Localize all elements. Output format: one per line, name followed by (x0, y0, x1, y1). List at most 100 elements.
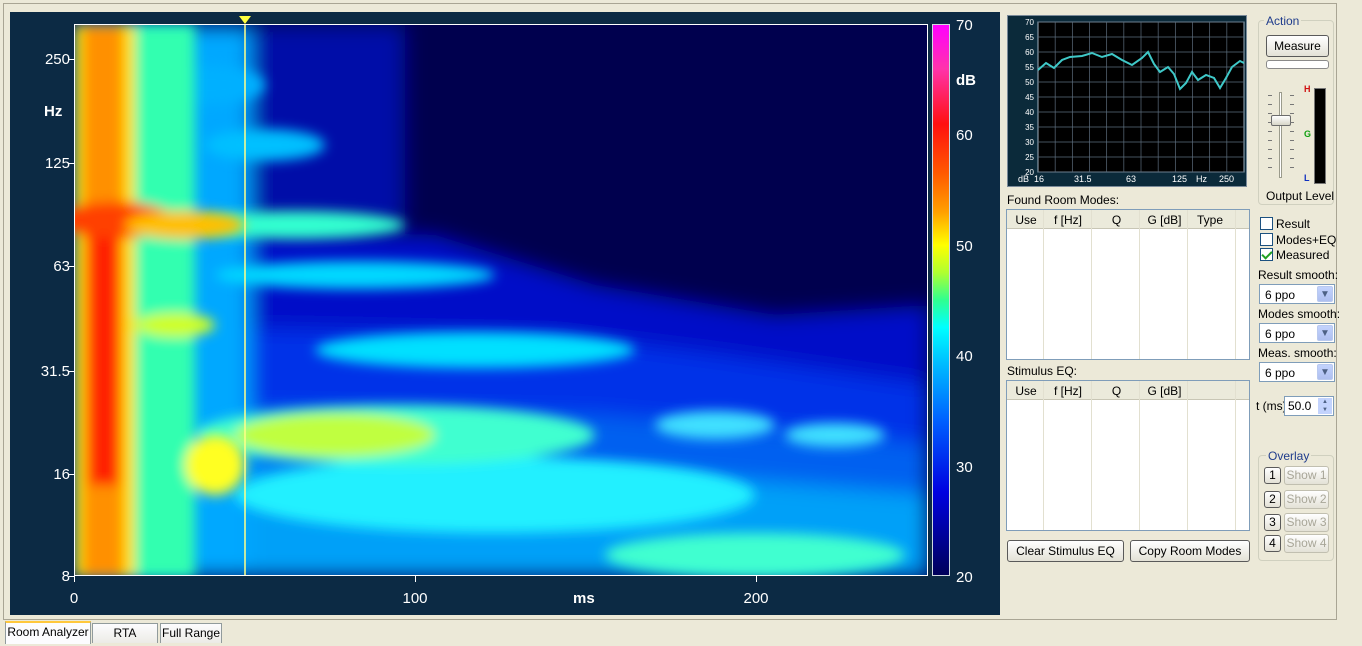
col-freq[interactable]: f [Hz] (1044, 213, 1092, 227)
measured-checkbox[interactable] (1260, 248, 1273, 261)
modes-eq-checkbox[interactable] (1260, 233, 1273, 246)
mini-ytick-label: 55 (1025, 63, 1034, 72)
output-level-slider-track[interactable] (1279, 92, 1282, 178)
found-room-modes-table[interactable]: Use f [Hz] Q G [dB] Type (1006, 209, 1250, 360)
mini-xtick-250: 250 (1219, 174, 1235, 184)
chevron-down-icon[interactable]: ▼ (1317, 364, 1333, 380)
spectrogram-plot[interactable] (74, 24, 928, 576)
mini-xtick-125: 125 (1172, 174, 1188, 184)
x-tick-0: 0 (69, 590, 79, 607)
meas-smooth-select[interactable]: 6 ppo ▼ (1259, 362, 1335, 382)
modes-smooth-select[interactable]: 6 ppo ▼ (1259, 323, 1335, 343)
time-ms-label: t (ms) (1256, 399, 1287, 413)
x-tick-100: 100 (402, 590, 428, 607)
y-axis-label: Hz (44, 103, 63, 120)
col-type[interactable]: Type (1189, 213, 1231, 227)
mini-ytick-label: 40 (1025, 108, 1034, 117)
y-tick-125: 125 (44, 155, 70, 172)
output-level-meter (1314, 88, 1326, 184)
mini-ytick-label: 45 (1025, 93, 1034, 102)
copy-room-modes-button[interactable]: Copy Room Modes (1130, 540, 1250, 562)
modes-eq-checkbox-label[interactable]: Modes+EQ (1276, 233, 1336, 247)
color-scale-bar (932, 24, 950, 576)
slider-tick-marks (1268, 95, 1272, 175)
slider-tick-marks-right (1290, 95, 1294, 175)
stimulus-eq-label: Stimulus EQ: (1007, 364, 1078, 378)
measure-progress-bar (1266, 60, 1329, 69)
output-level-slider-thumb[interactable] (1271, 115, 1291, 126)
colorbar-unit-label: dB (956, 72, 976, 89)
colorbar-tick-60: 60 (956, 127, 973, 144)
measured-checkbox-label[interactable]: Measured (1276, 248, 1329, 262)
mini-xtick-hz: Hz (1196, 174, 1207, 184)
bottom-tab-bar: Room Analyzer RTA Full Range (0, 621, 1362, 646)
spectrogram-panel: 250 Hz 125 63 31.5 16 8 0 100 ms 200 70 … (10, 12, 1000, 615)
result-smooth-label: Result smooth: (1258, 268, 1339, 282)
action-group-label: Action (1264, 14, 1302, 28)
spin-down-icon[interactable]: ▼ (1318, 406, 1332, 414)
cursor-marker-icon[interactable] (239, 16, 251, 24)
mini-frequency-graph: 70 65 60 55 50 45 40 35 30 25 20 dB 16 31.5 63 125… (1007, 15, 1247, 187)
chevron-down-icon[interactable]: ▼ (1317, 286, 1333, 302)
mini-ytick-label: 60 (1025, 48, 1034, 57)
overlay-2-button[interactable]: 2 (1264, 491, 1281, 508)
y-tick-8: 8 (61, 568, 70, 585)
mini-ytick-label: 25 (1025, 153, 1034, 162)
y-tick-16: 16 (53, 466, 70, 483)
show-3-button[interactable]: Show 3 (1284, 513, 1329, 532)
col-q[interactable]: Q (1093, 384, 1140, 398)
colorbar-tick-70: 70 (956, 17, 973, 34)
col-use[interactable]: Use (1009, 213, 1043, 227)
mini-graph-plot: 7065605550454035302520 (1025, 18, 1245, 177)
clear-stimulus-eq-button[interactable]: Clear Stimulus EQ (1007, 540, 1124, 562)
chevron-down-icon[interactable]: ▼ (1317, 325, 1333, 341)
tab-rta[interactable]: RTA (92, 623, 158, 643)
tab-full-range[interactable]: Full Range (160, 623, 222, 643)
x-tick-200: 200 (743, 590, 769, 607)
mini-ytick-label: 65 (1025, 33, 1034, 42)
col-gain[interactable]: G [dB] (1141, 384, 1188, 398)
y-tick-31.5: 31.5 (40, 363, 70, 380)
colorbar-tick-40: 40 (956, 348, 973, 365)
overlay-3-button[interactable]: 3 (1264, 514, 1281, 531)
modes-smooth-label: Modes smooth: (1258, 307, 1341, 321)
colorbar-tick-30: 30 (956, 459, 973, 476)
meas-smooth-label: Meas. smooth: (1258, 346, 1337, 360)
colorbar-tick-20: 20 (956, 569, 973, 586)
result-checkbox-label[interactable]: Result (1276, 217, 1310, 231)
mini-xtick-63: 63 (1126, 174, 1137, 184)
mini-xtick-31.5: 31.5 (1074, 174, 1092, 184)
col-use[interactable]: Use (1009, 384, 1043, 398)
show-2-button[interactable]: Show 2 (1284, 490, 1329, 509)
result-smooth-select[interactable]: 6 ppo ▼ (1259, 284, 1335, 304)
time-ms-spinner[interactable]: 50.0 ▲ ▼ (1284, 396, 1334, 416)
mini-ytick-label: 50 (1025, 78, 1034, 87)
mini-xtick-db: dB (1018, 174, 1030, 184)
tab-room-analyzer[interactable]: Room Analyzer (5, 621, 91, 644)
col-freq[interactable]: f [Hz] (1044, 384, 1092, 398)
time-ms-value[interactable]: 50.0 (1288, 399, 1311, 413)
col-q[interactable]: Q (1093, 213, 1140, 227)
meter-label-g: G (1304, 129, 1312, 139)
x-axis-label: ms (573, 590, 595, 607)
overlay-1-button[interactable]: 1 (1264, 467, 1281, 484)
y-tick-250: 250 (44, 51, 70, 68)
y-tick-63: 63 (53, 258, 70, 275)
measure-button[interactable]: Measure (1266, 35, 1329, 57)
result-checkbox[interactable] (1260, 217, 1273, 230)
spin-up-icon[interactable]: ▲ (1318, 398, 1332, 406)
overlay-4-button[interactable]: 4 (1264, 535, 1281, 552)
mini-xtick-16: 16 (1034, 174, 1045, 184)
colorbar-tick-50: 50 (956, 238, 973, 255)
mini-ytick-label: 70 (1025, 18, 1034, 27)
found-room-modes-label: Found Room Modes: (1007, 193, 1120, 207)
spectrogram-image (75, 25, 927, 575)
mini-ytick-label: 30 (1025, 138, 1034, 147)
output-level-label: Output Level (1266, 189, 1335, 203)
meter-label-h: H (1304, 84, 1311, 94)
show-1-button[interactable]: Show 1 (1284, 466, 1329, 485)
col-gain[interactable]: G [dB] (1141, 213, 1188, 227)
mini-ytick-label: 35 (1025, 123, 1034, 132)
show-4-button[interactable]: Show 4 (1284, 534, 1329, 553)
stimulus-eq-table[interactable]: Use f [Hz] Q G [dB] (1006, 380, 1250, 531)
